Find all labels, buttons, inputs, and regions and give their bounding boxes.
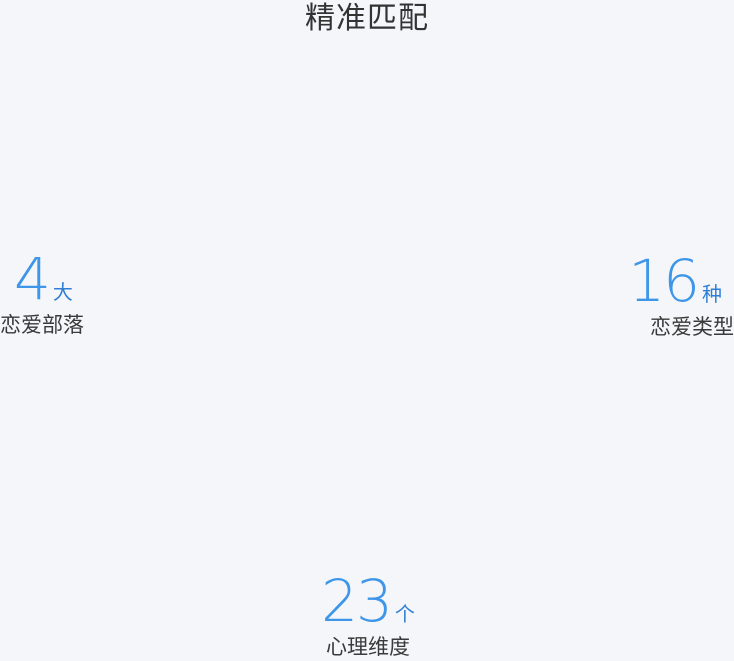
- stat-unit: 大: [52, 280, 73, 304]
- stat-label: 恋爱部落: [0, 313, 84, 337]
- stat-label: 心理维度: [326, 635, 410, 659]
- stat-unit: 个: [394, 602, 415, 626]
- stat-love-types: 16 种 恋爱类型: [628, 252, 734, 340]
- stat-number: 16: [628, 247, 700, 315]
- stat-number: 23: [321, 567, 393, 635]
- stat-label: 恋爱类型: [650, 315, 734, 339]
- stat-number: 4: [14, 245, 51, 313]
- stat-value-row: 23 个: [318, 572, 418, 630]
- stat-love-tribes: 4大 恋爱部落: [0, 250, 84, 338]
- page-title: 精准匹配: [305, 1, 429, 36]
- stat-psych-dimensions: 23 个 心理维度: [318, 572, 418, 660]
- stat-value-row: 16 种: [628, 252, 734, 310]
- stat-unit: 种: [702, 282, 722, 306]
- stat-value-row: 4大: [0, 250, 84, 308]
